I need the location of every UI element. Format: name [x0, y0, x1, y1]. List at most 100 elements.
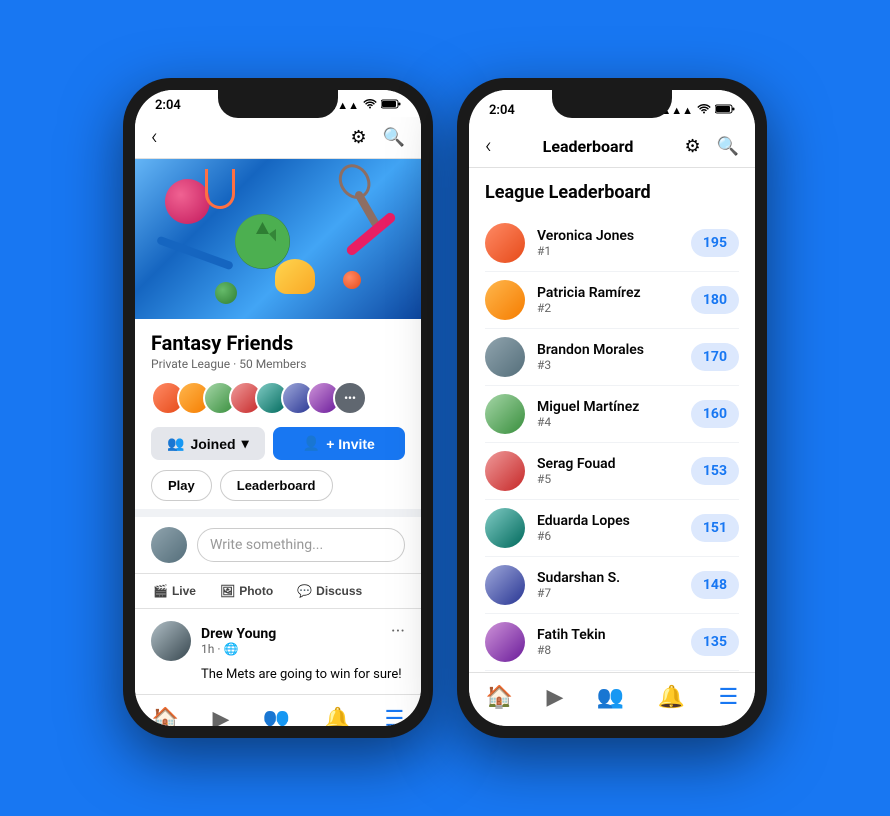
battery-icon	[381, 99, 401, 112]
group-meta: Private League · 50 Members	[151, 357, 405, 371]
lb-rank-1: #1	[537, 244, 679, 258]
nav-video-2[interactable]: ▶	[539, 681, 572, 714]
lb-name-7: Sudarshan S.	[537, 570, 679, 586]
phone-2: 2:04 ▲▲▲ ‹ Leaderboard ⚙ 🔍	[457, 78, 767, 738]
discuss-icon: 💬	[297, 584, 312, 598]
post-actions: 🎬 Live 🖼 Photo 💬 Discuss	[135, 574, 421, 609]
joined-button[interactable]: 👥 Joined ▾	[151, 427, 265, 460]
search-icon-1[interactable]: 🔍	[383, 127, 405, 148]
hero-image	[135, 159, 421, 319]
lb-name-6: Eduarda Lopes	[537, 513, 679, 529]
leaderboard-button[interactable]: Leaderboard	[220, 470, 333, 501]
hero-content	[135, 159, 421, 319]
feed-post: Drew Young 1h · 🌐 ··· The Mets are going…	[135, 609, 421, 694]
secondary-buttons: Play Leaderboard	[151, 470, 405, 501]
lb-rank-5: #5	[537, 472, 679, 486]
lb-rank-8: #8	[537, 643, 679, 657]
groups-icon-2: 👥	[597, 685, 624, 710]
nav-bell-1[interactable]: 🔔	[316, 703, 359, 726]
live-icon: 🎬	[153, 584, 168, 598]
nav-bell-2[interactable]: 🔔	[650, 681, 693, 714]
lb-info-4: Miguel Martínez #4	[537, 399, 679, 429]
video-icon-2: ▶	[547, 685, 564, 710]
action-buttons: 👥 Joined ▾ 👤 + Invite	[151, 427, 405, 460]
bottom-nav-2: 🏠 ▶ 👥 🔔 ☰	[469, 672, 755, 726]
bell-icon-2: 🔔	[658, 685, 685, 710]
time-1: 2:04	[155, 98, 181, 113]
search-icon-2[interactable]: 🔍	[717, 136, 739, 157]
leaderboard-row-8: Fatih Tekin #8 135	[485, 614, 739, 671]
helmet	[275, 259, 315, 294]
nav-menu-2[interactable]: ☰	[711, 681, 747, 714]
feed-post-text: The Mets are going to win for sure!	[201, 667, 405, 682]
lb-name-3: Brandon Morales	[537, 342, 679, 358]
lb-score-5: 153	[691, 457, 739, 485]
lb-name-4: Miguel Martínez	[537, 399, 679, 415]
feed-user-info: Drew Young 1h · 🌐	[201, 626, 276, 656]
bottom-nav-1: 🏠 ▶ 👥 🔔 ☰	[135, 694, 421, 726]
video-icon-1: ▶	[213, 707, 230, 726]
back-button-1[interactable]: ‹	[151, 125, 158, 150]
lb-avatar-1	[485, 223, 525, 263]
basketball-net	[205, 169, 235, 209]
feed-post-user: Drew Young 1h · 🌐	[151, 621, 276, 661]
bell-icon-1: 🔔	[324, 707, 351, 726]
lb-avatar-8	[485, 622, 525, 662]
home-icon-2: 🏠	[486, 685, 513, 710]
photo-button[interactable]: 🖼 Photo	[210, 578, 283, 604]
phone-1: 2:04 ▲▲▲ ‹ ⚙ 🔍	[123, 78, 433, 738]
leaderboard-row-6: Eduarda Lopes #6 151	[485, 500, 739, 557]
nav-home-2[interactable]: 🏠	[478, 681, 521, 714]
lb-info-1: Veronica Jones #1	[537, 228, 679, 258]
lb-score-3: 170	[691, 343, 739, 371]
lb-avatar-4	[485, 394, 525, 434]
nav-home-1[interactable]: 🏠	[144, 703, 187, 726]
lb-score-4: 160	[691, 400, 739, 428]
blue-ribbon	[156, 236, 234, 271]
lb-rank-3: #3	[537, 358, 679, 372]
more-options-button[interactable]: ···	[391, 621, 405, 642]
photo-icon: 🖼	[220, 584, 235, 598]
lb-score-8: 135	[691, 628, 739, 656]
phone2-header: ‹ Leaderboard ⚙ 🔍	[469, 126, 755, 168]
lb-name-8: Fatih Tekin	[537, 627, 679, 643]
lb-avatar-5	[485, 451, 525, 491]
header-icons-2: ⚙ 🔍	[684, 136, 739, 157]
post-input[interactable]: Write something...	[197, 528, 405, 562]
back-button-2[interactable]: ‹	[485, 134, 492, 159]
settings-icon-1[interactable]: ⚙	[350, 127, 366, 148]
play-button[interactable]: Play	[151, 470, 212, 501]
joined-icon: 👥	[167, 435, 184, 452]
lb-avatar-7	[485, 565, 525, 605]
nav-video-1[interactable]: ▶	[205, 703, 238, 726]
divider-1	[135, 509, 421, 517]
groups-icon-1: 👥	[263, 707, 290, 726]
lb-rank-6: #6	[537, 529, 679, 543]
post-box: Write something...	[135, 517, 421, 574]
home-icon-1: 🏠	[152, 707, 179, 726]
green-small-ball	[215, 282, 237, 304]
phone1-header: ‹ ⚙ 🔍	[135, 117, 421, 159]
invite-icon: 👤	[303, 435, 320, 452]
nav-groups-1[interactable]: 👥	[255, 703, 298, 726]
nav-menu-1[interactable]: ☰	[377, 703, 413, 726]
lb-info-2: Patricia Ramírez #2	[537, 285, 679, 315]
menu-icon-2: ☰	[719, 685, 739, 710]
leaderboard-section-title: League Leaderboard	[485, 182, 739, 203]
feed-user-name: Drew Young	[201, 626, 276, 642]
joined-label: Joined	[190, 436, 235, 452]
lb-rank-4: #4	[537, 415, 679, 429]
lb-info-7: Sudarshan S. #7	[537, 570, 679, 600]
lb-avatar-3	[485, 337, 525, 377]
discuss-button[interactable]: 💬 Discuss	[287, 578, 372, 604]
nav-groups-2[interactable]: 👥	[589, 681, 632, 714]
member-avatars: •••	[151, 381, 405, 415]
live-button[interactable]: 🎬 Live	[143, 578, 206, 604]
leaderboard-row-1: Veronica Jones #1 195	[485, 215, 739, 272]
more-label: •••	[344, 392, 356, 405]
lb-info-3: Brandon Morales #3	[537, 342, 679, 372]
lb-score-1: 195	[691, 229, 739, 257]
invite-button[interactable]: 👤 + Invite	[273, 427, 405, 460]
status-icons-2: ▲▲▲	[660, 104, 735, 117]
settings-icon-2[interactable]: ⚙	[684, 136, 700, 157]
